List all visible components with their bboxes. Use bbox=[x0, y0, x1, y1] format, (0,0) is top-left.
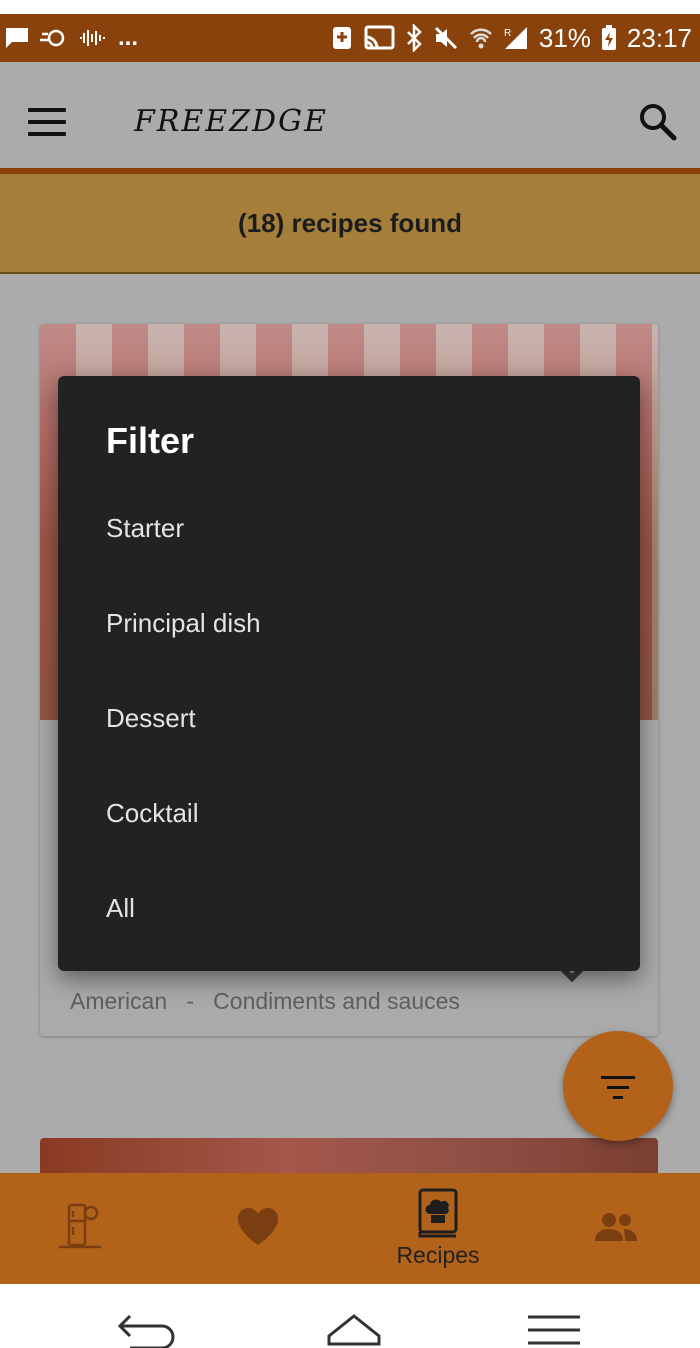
audio-wave-icon bbox=[80, 30, 105, 46]
home-icon[interactable] bbox=[326, 1312, 382, 1348]
system-navigation-bar bbox=[0, 1284, 700, 1348]
signal-icon: R bbox=[504, 27, 527, 49]
recipe-cuisine: American bbox=[70, 988, 168, 1014]
cast-icon bbox=[364, 25, 395, 50]
sync-icon bbox=[40, 29, 65, 47]
filter-fab[interactable] bbox=[563, 1031, 673, 1141]
fridge-icon bbox=[59, 1203, 101, 1248]
svg-text:R: R bbox=[504, 28, 511, 39]
results-count-banner: (18) recipes found bbox=[0, 174, 700, 274]
battery-percent: 31% bbox=[538, 22, 591, 53]
recent-apps-icon[interactable] bbox=[526, 1314, 582, 1346]
filter-option-principal-dish[interactable]: Principal dish bbox=[58, 576, 640, 671]
app-bar bbox=[0, 62, 700, 168]
mute-icon bbox=[434, 26, 457, 50]
recipe-category: Condiments and sauces bbox=[213, 988, 460, 1014]
app-logo: FREEZDGE bbox=[134, 104, 328, 139]
message-icon bbox=[6, 28, 28, 48]
back-icon[interactable] bbox=[116, 1312, 178, 1348]
heart-icon bbox=[238, 1207, 278, 1245]
recipe-meta-separator: - bbox=[186, 988, 194, 1014]
status-bar: ... R 31% 23:17 bbox=[0, 14, 700, 62]
filter-option-starter[interactable]: Starter bbox=[58, 481, 640, 576]
filter-option-cocktail[interactable]: Cocktail bbox=[58, 766, 640, 861]
status-left-icons: ... bbox=[4, 14, 138, 62]
nav-item-community[interactable] bbox=[566, 1173, 666, 1284]
search-icon[interactable] bbox=[636, 100, 680, 144]
nav-item-fridge[interactable] bbox=[30, 1173, 130, 1284]
filter-option-dessert[interactable]: Dessert bbox=[58, 671, 640, 766]
nav-item-recipes[interactable]: Recipes bbox=[378, 1173, 498, 1284]
battery-charging-icon bbox=[601, 25, 616, 50]
recipe-meta: American - Condiments and sauces bbox=[70, 988, 460, 1015]
battery-saver-icon bbox=[332, 27, 351, 49]
bluetooth-icon bbox=[406, 24, 422, 52]
dialog-title: Filter bbox=[106, 420, 195, 461]
nav-label-recipes: Recipes bbox=[396, 1242, 480, 1268]
recipe-book-icon bbox=[418, 1188, 458, 1238]
status-right-icons: R 31% 23:17 bbox=[331, 14, 692, 62]
status-time: 23:17 bbox=[626, 22, 692, 53]
filter-dialog: Filter Starter Principal dish Dessert Co… bbox=[58, 376, 640, 971]
people-icon bbox=[595, 1212, 637, 1241]
filter-option-all[interactable]: All bbox=[58, 861, 640, 956]
bottom-navigation: Recipes bbox=[0, 1173, 700, 1284]
status-more: ... bbox=[118, 24, 139, 51]
nav-item-favorites[interactable] bbox=[208, 1173, 308, 1284]
menu-icon[interactable] bbox=[28, 108, 68, 136]
wifi-icon bbox=[469, 28, 492, 49]
